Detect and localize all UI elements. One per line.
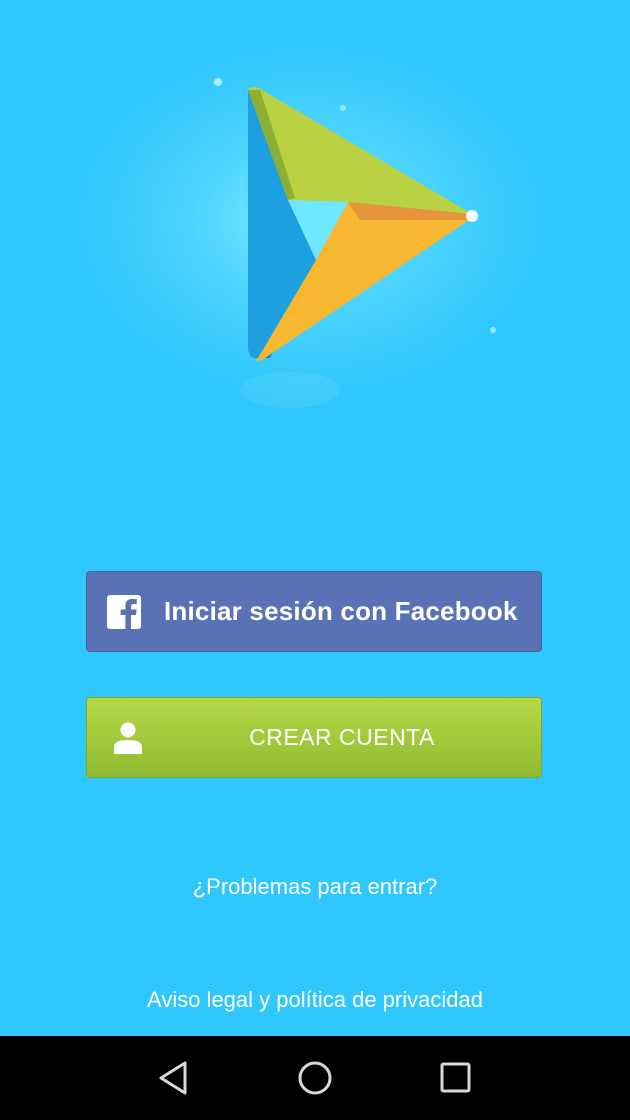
person-icon	[114, 722, 142, 754]
recent-square-icon[interactable]	[433, 1056, 477, 1100]
facebook-login-button[interactable]: Iniciar sesión con Facebook	[86, 571, 542, 652]
play-logo-icon	[214, 78, 496, 408]
facebook-button-label: Iniciar sesión con Facebook	[164, 596, 518, 626]
app-screen: Iniciar sesión con Facebook CREAR CUENTA…	[0, 0, 630, 1120]
logo-reflection	[240, 372, 340, 408]
login-background: Iniciar sesión con Facebook CREAR CUENTA…	[0, 0, 630, 1036]
android-navigation-bar	[0, 1036, 630, 1120]
sparkle	[490, 327, 496, 333]
create-account-button[interactable]: CREAR CUENTA	[86, 697, 542, 778]
legal-privacy-link[interactable]: Aviso legal y política de privacidad	[0, 987, 630, 1013]
sparkle	[340, 105, 346, 111]
sparkle	[214, 78, 222, 86]
facebook-icon	[107, 594, 141, 629]
login-trouble-link[interactable]: ¿Problemas para entrar?	[0, 874, 630, 900]
home-circle-icon[interactable]	[293, 1056, 337, 1100]
logo-tip-sparkle	[466, 210, 478, 222]
back-triangle-icon[interactable]	[153, 1056, 197, 1100]
create-account-label: CREAR CUENTA	[249, 724, 435, 750]
